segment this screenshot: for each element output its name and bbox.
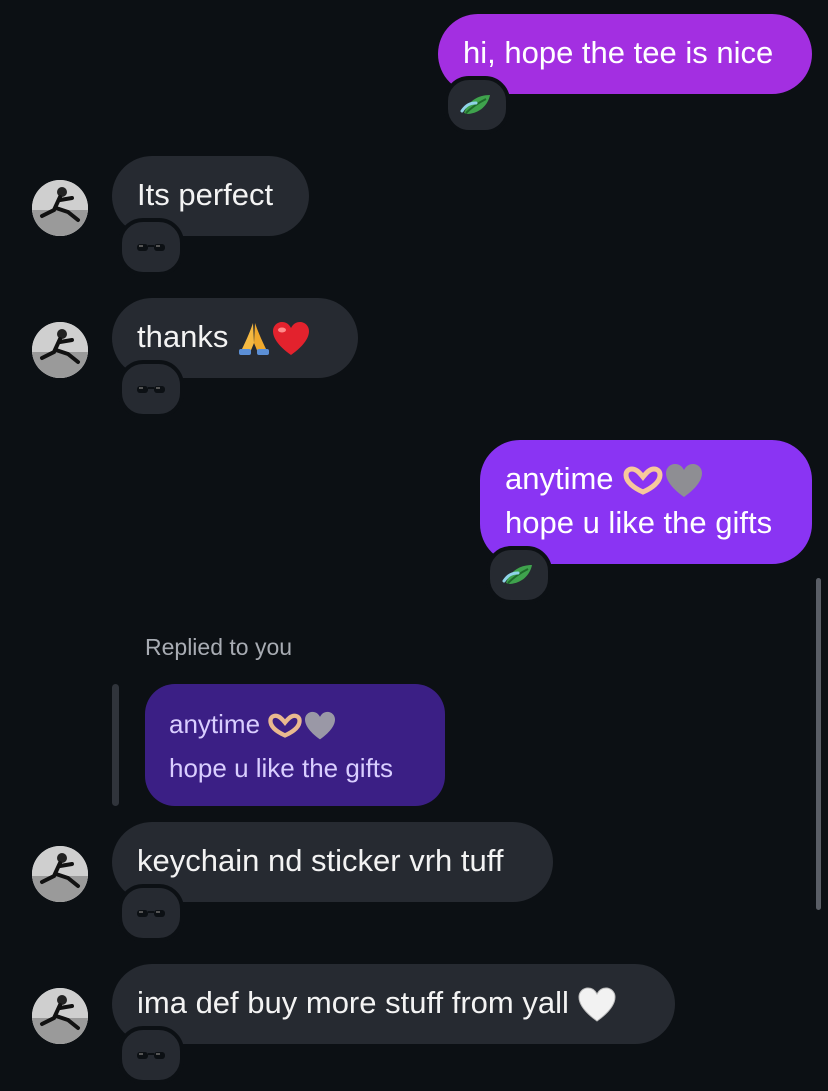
reply-indicator-bar	[112, 684, 119, 806]
sunglasses-emoji	[137, 244, 165, 251]
heart-hands-emoji	[623, 466, 663, 495]
sunglasses-emoji	[137, 910, 165, 917]
message-text: keychain nd sticker vrh tuff	[137, 843, 504, 878]
grey-heart-emoji	[666, 463, 703, 497]
message-text: Its perfect	[137, 177, 274, 212]
avatar[interactable]	[32, 846, 88, 902]
praying-hands-emoji	[238, 322, 269, 355]
avatar[interactable]	[32, 180, 88, 236]
heart-hands-emoji	[268, 713, 302, 738]
white-heart-emoji	[578, 987, 616, 1022]
message-reaction[interactable]	[118, 884, 184, 942]
replied-label: Replied to you	[145, 634, 293, 660]
quoted-text-line: hope u like the gifts	[169, 753, 394, 783]
sunglasses-emoji	[137, 1052, 165, 1059]
quoted-text-line: anytime	[169, 702, 421, 746]
quoted-message[interactable]: anytime hope u like the gifts	[145, 684, 445, 806]
message-text: ima def buy more stuff from yall	[137, 981, 650, 1025]
message-text: thanks	[137, 315, 333, 359]
message-reaction[interactable]	[118, 1026, 184, 1084]
message-text: hi, hope the tee is nice	[463, 35, 774, 70]
scrollbar[interactable]	[816, 578, 821, 910]
sunglasses-emoji	[137, 386, 165, 393]
message-reaction[interactable]	[486, 546, 552, 604]
leaf-emoji	[460, 95, 490, 114]
avatar[interactable]	[32, 988, 88, 1044]
message-thread[interactable]: hi, hope the tee is nice Its perfect tha…	[0, 0, 828, 1091]
incoming-message-bubble[interactable]: ima def buy more stuff from yall	[112, 964, 675, 1044]
leaf-emoji	[502, 565, 532, 584]
incoming-message-bubble[interactable]: keychain nd sticker vrh tuff	[112, 822, 553, 902]
message-reaction[interactable]	[444, 76, 510, 134]
message-reaction[interactable]	[118, 218, 184, 276]
message-text-line: hope u like the gifts	[505, 505, 773, 540]
message-reaction[interactable]	[118, 360, 184, 418]
message-text-line: anytime	[505, 457, 787, 501]
red-heart-emoji	[272, 321, 309, 355]
avatar[interactable]	[32, 322, 88, 378]
grey-heart-emoji	[305, 711, 336, 740]
